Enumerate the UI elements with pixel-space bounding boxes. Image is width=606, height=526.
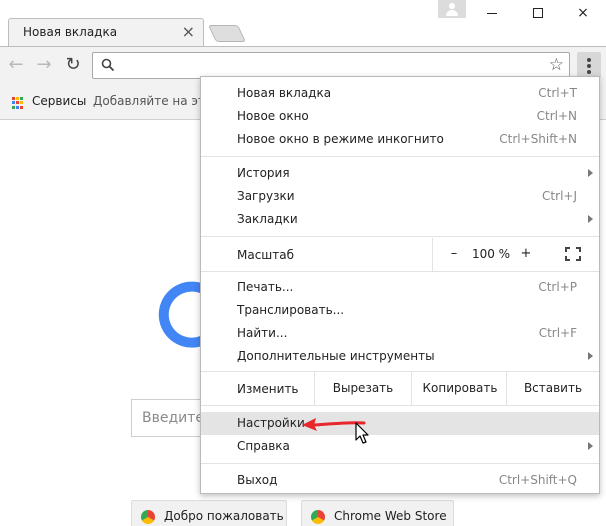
menu-item-find[interactable]: Найти... Ctrl+F	[201, 322, 599, 345]
menu-item-settings[interactable]: Настройки	[201, 412, 599, 435]
chrome-logo-icon	[141, 510, 155, 524]
cut-button[interactable]: Вырезать	[314, 372, 411, 405]
menu-item-label: Печать...	[237, 280, 294, 294]
menu-item-label: Новая вкладка	[237, 86, 332, 100]
bookmark-star-icon[interactable]: ☆	[549, 55, 564, 75]
close-tab-icon[interactable]: ×	[182, 22, 195, 42]
menu-divider	[201, 271, 599, 272]
menu-divider	[201, 463, 599, 464]
search-placeholder: Введите	[142, 410, 205, 426]
menu-item-new-window[interactable]: Новое окно Ctrl+N	[201, 105, 599, 128]
menu-item-cast[interactable]: Транслировать...	[201, 299, 599, 322]
menu-item-shortcut: Ctrl+F	[538, 326, 577, 340]
zoom-out-button[interactable]: –	[445, 246, 463, 261]
menu-divider	[201, 156, 599, 157]
menu-item-help[interactable]: Справка	[201, 435, 599, 458]
most-visited-tile[interactable]: Chrome Web Store	[301, 500, 454, 526]
mouse-cursor-icon	[355, 422, 369, 444]
menu-item-label: Справка	[237, 439, 290, 453]
zoom-controls: – 100 % +	[432, 238, 599, 271]
bookmarks-hint: Добавляйте на эту	[93, 94, 213, 108]
menu-item-exit[interactable]: Выход Ctrl+Shift+Q	[201, 469, 599, 492]
menu-divider	[201, 405, 599, 406]
zoom-label: Масштаб	[237, 248, 295, 262]
menu-item-label: Новое окно в режиме инкогнито	[237, 132, 444, 146]
chrome-logo-icon	[311, 510, 325, 524]
forward-button[interactable]: →	[34, 55, 54, 75]
submenu-arrow-icon	[588, 215, 593, 223]
submenu-arrow-icon	[588, 169, 593, 177]
tile-label: Chrome Web Store	[334, 509, 447, 523]
menu-item-shortcut: Ctrl+T	[538, 86, 577, 100]
menu-item-label: Настройки	[237, 416, 305, 430]
menu-item-shortcut: Ctrl+P	[538, 280, 577, 294]
menu-item-label: Выход	[237, 473, 278, 487]
menu-item-label: Найти...	[237, 326, 288, 340]
copy-button[interactable]: Копировать	[411, 372, 508, 405]
menu-item-shortcut: Ctrl+Shift+Q	[498, 473, 577, 487]
menu-item-more-tools[interactable]: Дополнительные инструменты	[201, 345, 599, 368]
menu-item-history[interactable]: История	[201, 162, 599, 185]
submenu-arrow-icon	[588, 442, 593, 450]
menu-item-label: Загрузки	[237, 189, 295, 203]
apps-grid-icon[interactable]	[12, 97, 24, 109]
menu-edit-row: Изменить Вырезать Копировать Вставить	[201, 372, 599, 405]
minimize-button[interactable]	[482, 4, 502, 22]
paste-button[interactable]: Вставить	[506, 372, 599, 405]
back-button[interactable]: ←	[6, 55, 26, 75]
bookmark-services[interactable]: Сервисы	[32, 94, 86, 108]
chrome-main-menu: Новая вкладка Ctrl+T Новое окно Ctrl+N Н…	[200, 76, 600, 494]
zoom-in-button[interactable]: +	[517, 246, 535, 261]
menu-item-shortcut: Ctrl+Shift+N	[499, 132, 577, 146]
maximize-button[interactable]	[528, 4, 548, 22]
menu-zoom-row: Масштаб – 100 % +	[201, 238, 599, 271]
tile-label: Добро пожаловать в	[164, 509, 287, 523]
menu-item-bookmarks[interactable]: Закладки	[201, 208, 599, 231]
menu-item-new-tab[interactable]: Новая вкладка Ctrl+T	[201, 82, 599, 105]
menu-item-label: Закладки	[237, 212, 298, 226]
menu-item-new-incognito-window[interactable]: Новое окно в режиме инкогнито Ctrl+Shift…	[201, 128, 599, 151]
new-tab-button[interactable]	[208, 25, 246, 42]
tab-title: Новая вкладка	[23, 25, 118, 39]
zoom-level: 100 %	[471, 247, 511, 261]
menu-divider	[201, 236, 599, 237]
title-bar: Новая вкладка × ×	[0, 0, 606, 46]
menu-item-downloads[interactable]: Загрузки Ctrl+J	[201, 185, 599, 208]
menu-item-print[interactable]: Печать... Ctrl+P	[201, 276, 599, 299]
profile-icon[interactable]	[438, 0, 466, 18]
fullscreen-icon[interactable]	[565, 247, 581, 261]
menu-item-label: Дополнительные инструменты	[237, 349, 435, 363]
tab-new-tab[interactable]: Новая вкладка ×	[8, 18, 204, 46]
reload-button[interactable]: ↻	[63, 55, 83, 75]
address-bar[interactable]: ☆	[92, 52, 570, 79]
menu-item-label: История	[237, 166, 290, 180]
chrome-menu-button[interactable]	[577, 52, 601, 79]
menu-item-label: Новое окно	[237, 109, 309, 123]
menu-item-shortcut: Ctrl+N	[536, 109, 577, 123]
submenu-arrow-icon	[588, 352, 593, 360]
search-icon	[101, 58, 115, 72]
edit-label: Изменить	[237, 382, 299, 396]
menu-item-label: Транслировать...	[237, 303, 345, 317]
menu-item-shortcut: Ctrl+J	[542, 189, 577, 203]
window-close-button[interactable]: ×	[573, 4, 593, 22]
most-visited-tile[interactable]: Добро пожаловать в	[131, 500, 287, 526]
